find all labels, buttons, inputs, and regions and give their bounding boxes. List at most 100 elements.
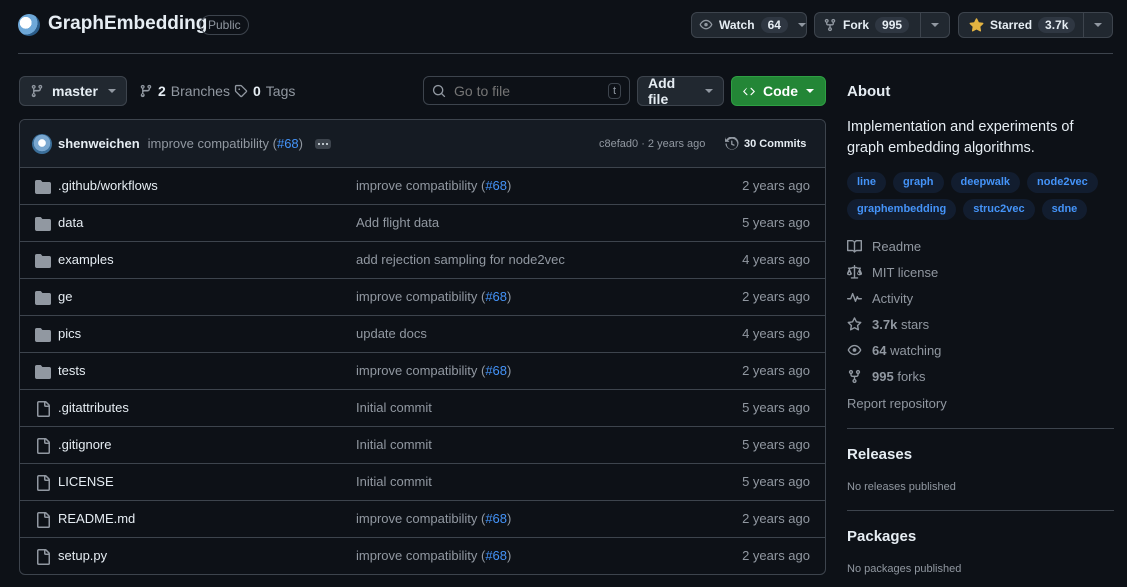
code-button[interactable]: Code — [731, 76, 826, 106]
table-row[interactable]: .gitattributes Initial commit 5 years ago — [20, 390, 825, 427]
pr-link[interactable]: #68 — [485, 178, 507, 193]
fork-button[interactable]: Fork 995 — [814, 12, 950, 38]
watching-link[interactable]: 64 watching — [847, 343, 941, 358]
forks-link[interactable]: 995 forks — [847, 369, 926, 384]
table-row[interactable]: tests improve compatibility (#68) 2 years … — [20, 353, 825, 390]
packages-heading[interactable]: Packages — [847, 528, 916, 545]
folder-icon — [35, 291, 51, 305]
topic-tag[interactable]: node2vec — [1027, 172, 1098, 193]
go-to-file-input[interactable] — [454, 82, 600, 99]
file-name-link[interactable]: .gitignore — [58, 437, 111, 452]
table-row[interactable]: data Add flight data 5 years ago — [20, 205, 825, 242]
file-commit-text: improve compatibility ( — [356, 548, 486, 563]
file-name-link[interactable]: README.md — [58, 511, 135, 526]
commit-message-text: improve compatibility ( — [147, 136, 277, 151]
tags-link[interactable]: 0 Tags — [234, 83, 295, 99]
file-commit-text: add rejection sampling for node2vec — [356, 252, 565, 267]
releases-heading[interactable]: Releases — [847, 446, 912, 463]
repo-name[interactable]: GraphEmbedding — [48, 13, 207, 35]
topic-tag[interactable]: line — [847, 172, 886, 193]
table-row[interactable]: examples add rejection sampling for node2… — [20, 242, 825, 279]
file-name-link[interactable]: examples — [58, 252, 114, 267]
file-age: 5 years ago — [742, 215, 810, 230]
file-name-link[interactable]: .gitattributes — [58, 400, 129, 415]
pr-link[interactable]: #68 — [485, 511, 507, 526]
watching-count: 64 — [872, 343, 887, 358]
file-name-link[interactable]: ge — [58, 289, 72, 304]
file-commit-message[interactable]: improve compatibility (#68) — [356, 178, 511, 193]
report-label: Report repository — [847, 396, 947, 411]
topic-tag[interactable]: graph — [892, 172, 944, 193]
commit-hash[interactable]: c8efad0 · 2 years ago — [599, 138, 705, 150]
file-commit-text: Initial commit — [356, 437, 432, 452]
commits-history-link[interactable]: 30 Commits — [725, 136, 806, 151]
file-commit-message[interactable]: add rejection sampling for node2vec — [356, 252, 565, 267]
pr-link[interactable]: #68 — [485, 289, 507, 304]
repo-header: GraphEmbedding Public Watch 64 Fork 995 … — [18, 12, 1113, 40]
law-icon — [847, 265, 862, 279]
topic-tag[interactable]: sdne — [1041, 199, 1088, 220]
readme-link[interactable]: Readme — [847, 239, 921, 254]
file-icon — [37, 512, 50, 528]
avatar[interactable] — [32, 133, 52, 154]
file-name-link[interactable]: LICENSE — [58, 474, 114, 489]
branch-selector[interactable]: master — [19, 76, 127, 106]
table-row[interactable]: pics update docs 4 years ago — [20, 316, 825, 353]
stars-link[interactable]: 3.7k stars — [847, 317, 929, 332]
file-commit-message[interactable]: Initial commit — [356, 437, 432, 452]
file-name-link[interactable]: .github/workflows — [58, 178, 158, 193]
chevron-down-icon — [806, 89, 814, 93]
star-label: Starred — [990, 18, 1033, 32]
file-commit-suffix: ) — [507, 548, 512, 563]
pulse-icon — [847, 292, 862, 302]
file-name-link[interactable]: pics — [58, 326, 81, 341]
license-link[interactable]: MIT license — [847, 265, 938, 280]
file-commit-text: update docs — [356, 326, 427, 341]
file-commit-message[interactable]: Add flight data — [356, 215, 439, 230]
report-repository-link[interactable]: Report repository — [847, 396, 947, 411]
file-age: 2 years ago — [742, 548, 810, 563]
pr-link[interactable]: #68 — [485, 363, 507, 378]
file-commit-message[interactable]: Initial commit — [356, 400, 432, 415]
file-age: 5 years ago — [742, 400, 810, 415]
file-commit-message[interactable]: improve compatibility (#68) — [356, 363, 511, 378]
table-row[interactable]: setup.py improve compatibility (#68) 2 yea… — [20, 538, 825, 574]
header-divider — [18, 53, 1113, 54]
activity-link[interactable]: Activity — [847, 291, 913, 306]
topic-tag[interactable]: deepwalk — [950, 172, 1021, 193]
file-commit-message[interactable]: improve compatibility (#68) — [356, 289, 511, 304]
pr-link[interactable]: #68 — [485, 548, 507, 563]
topic-tag[interactable]: struc2vec — [963, 199, 1035, 220]
branches-link[interactable]: 2 Branches — [139, 83, 230, 99]
table-row[interactable]: .github/workflows improve compatibility (… — [20, 168, 825, 205]
commit-author[interactable]: shenweichen — [58, 136, 140, 151]
file-commit-message[interactable]: update docs — [356, 326, 427, 341]
add-file-label: Add file — [648, 75, 676, 107]
file-commit-message[interactable]: Initial commit — [356, 474, 432, 489]
chevron-down-icon — [108, 89, 116, 93]
file-name-link[interactable]: tests — [58, 363, 85, 378]
file-name-link[interactable]: data — [58, 215, 83, 230]
fork-dropdown[interactable] — [920, 13, 949, 37]
go-to-file-field[interactable]: t — [423, 76, 630, 105]
table-row[interactable]: LICENSE Initial commit 5 years ago — [20, 464, 825, 501]
repo-owner-avatar[interactable] — [18, 14, 40, 36]
star-button[interactable]: Starred 3.7k — [958, 12, 1113, 38]
file-commit-message[interactable]: improve compatibility (#68) — [356, 548, 511, 563]
watch-button[interactable]: Watch 64 — [691, 12, 807, 38]
star-dropdown[interactable] — [1083, 13, 1112, 37]
table-row[interactable]: README.md improve compatibility (#68) 2 ye… — [20, 501, 825, 538]
file-name-link[interactable]: setup.py — [58, 548, 107, 563]
file-commit-message[interactable]: improve compatibility (#68) — [356, 511, 511, 526]
pr-link[interactable]: #68 — [277, 136, 299, 151]
table-row[interactable]: .gitignore Initial commit 5 years ago — [20, 427, 825, 464]
topic-tag[interactable]: graphembedding — [847, 199, 957, 220]
chevron-down-icon — [705, 89, 713, 93]
commit-message[interactable]: improve compatibility (#68) — [148, 136, 303, 151]
file-commit-suffix: ) — [507, 178, 512, 193]
expand-commit-button[interactable] — [315, 138, 332, 149]
packages-note: No packages published — [847, 563, 962, 575]
add-file-button[interactable]: Add file — [637, 75, 724, 107]
table-row[interactable]: ge improve compatibility (#68) 2 years ago — [20, 279, 825, 316]
file-age: 2 years ago — [742, 178, 810, 193]
